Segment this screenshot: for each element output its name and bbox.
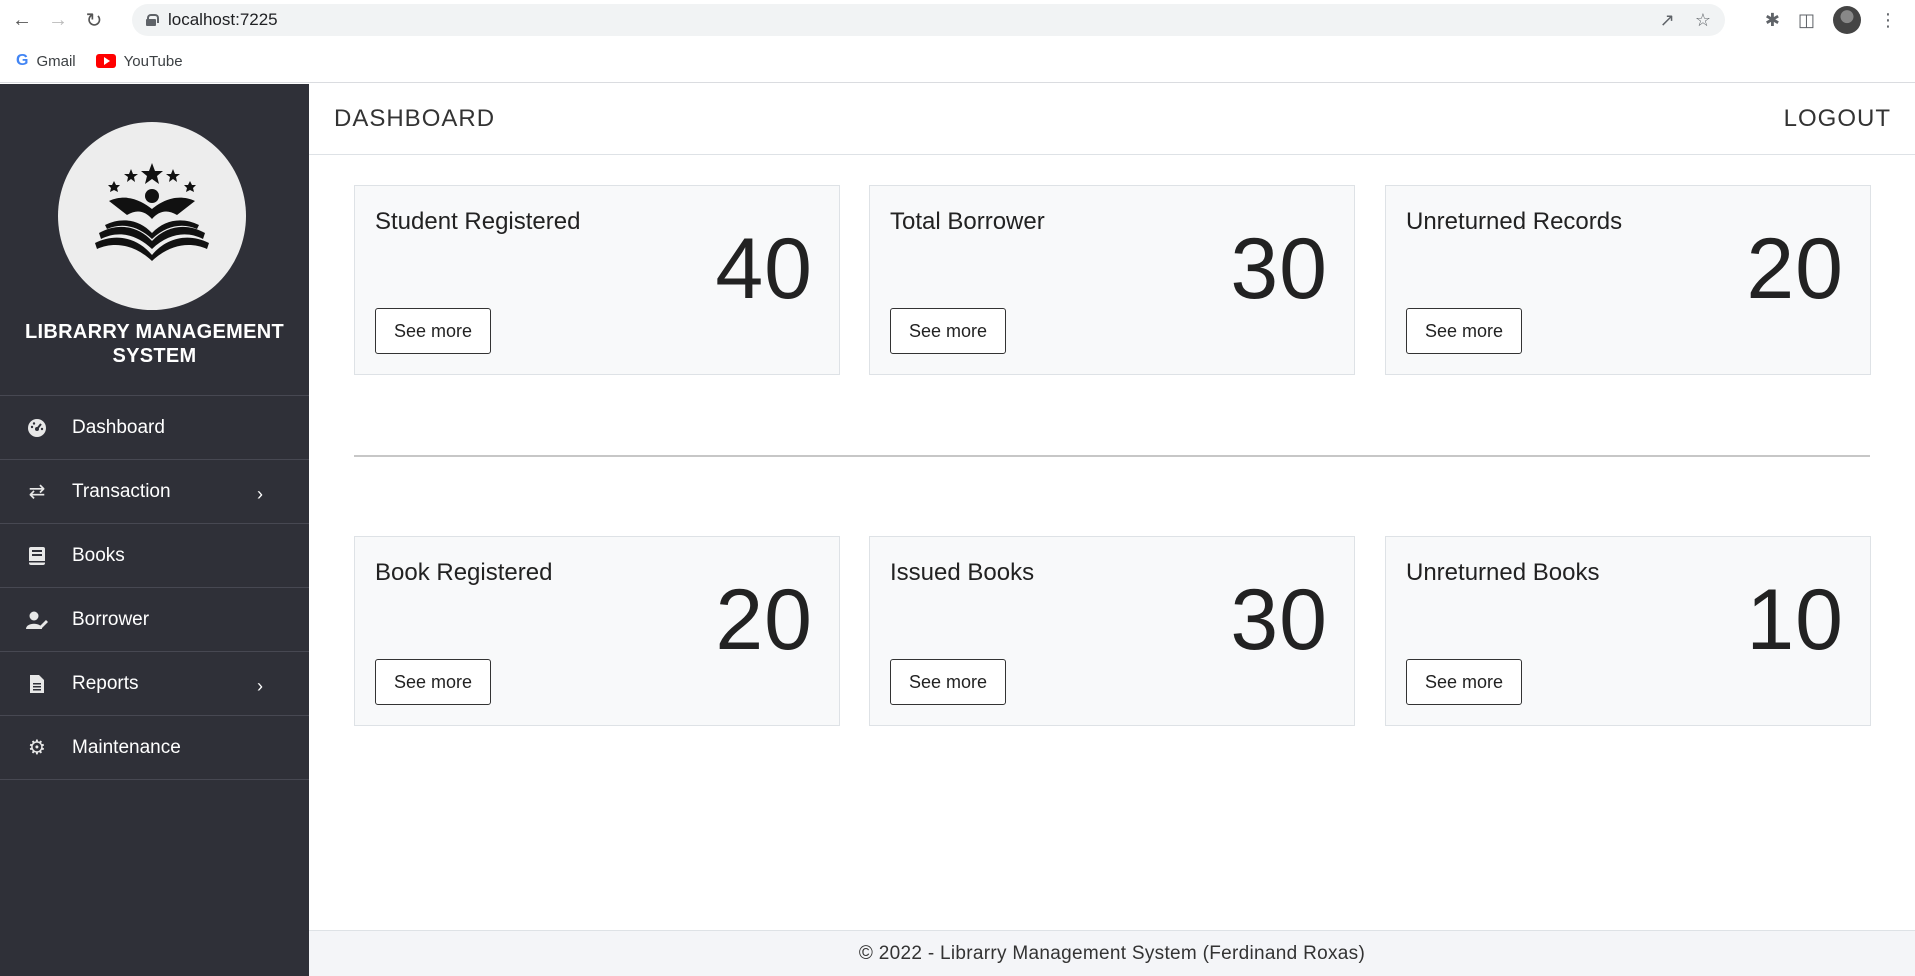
exchange-icon: ⇄ <box>28 481 46 503</box>
logout-button[interactable]: LOGOUT <box>1784 105 1891 133</box>
footer-text: © 2022 - Librarry Management System (Fer… <box>858 942 1366 964</box>
sidebar-item-label: Maintenance <box>72 736 181 758</box>
card-label: Student Registered <box>375 208 581 235</box>
app-title-line1: LIBRARRY MANAGEMENT <box>24 321 285 343</box>
card-value: 30 <box>1230 221 1328 317</box>
sidebar: LIBRARRY MANAGEMENT SYSTEM Dashboard ⇄ T… <box>0 84 309 976</box>
card-student-registered: Student Registered 40 See more <box>354 185 840 375</box>
extensions-icon[interactable]: ✱ <box>1765 10 1780 31</box>
card-label: Book Registered <box>375 559 553 586</box>
star-icon[interactable]: ☆ <box>1695 10 1711 31</box>
page-header: DASHBOARD LOGOUT <box>309 84 1915 155</box>
card-label: Issued Books <box>890 559 1035 586</box>
card-value: 30 <box>1230 572 1328 668</box>
url-text[interactable]: localhost:7225 <box>168 10 278 30</box>
sidebar-item-maintenance[interactable]: ⚙ Maintenance <box>0 716 309 780</box>
page-title: DASHBOARD <box>334 105 496 132</box>
back-icon[interactable]: ← <box>8 6 36 34</box>
sidebar-item-label: Borrower <box>72 608 150 630</box>
card-unreturned-books: Unreturned Books 10 See more <box>1385 536 1871 726</box>
sidebar-item-dashboard[interactable]: Dashboard <box>0 396 309 460</box>
card-label: Total Borrower <box>890 208 1045 235</box>
library-logo <box>58 122 246 310</box>
share-icon[interactable]: ↗ <box>1660 10 1675 31</box>
see-more-button[interactable]: See more <box>375 659 491 705</box>
bookmark-label: YouTube <box>123 52 183 70</box>
sidebar-item-label: Transaction <box>72 480 171 502</box>
chevron-right-icon: › <box>257 676 263 696</box>
sidebar-menu: Dashboard ⇄ Transaction › Books Borrower… <box>0 395 309 780</box>
forward-icon[interactable]: → <box>44 6 72 34</box>
sidebar-item-books[interactable]: Books <box>0 524 309 588</box>
card-label: Unreturned Books <box>1406 559 1600 586</box>
card-total-borrower: Total Borrower 30 See more <box>869 185 1355 375</box>
sidebar-item-borrower[interactable]: Borrower <box>0 588 309 652</box>
side-panel-icon[interactable]: ◫ <box>1798 10 1815 31</box>
sidebar-item-label: Books <box>72 544 125 566</box>
bookmark-label: Gmail <box>36 52 76 70</box>
sidebar-item-label: Reports <box>72 672 139 694</box>
browser-toolbar: ← → ↻ localhost:7225 ↗ ☆ ✱ ◫ ⋮ <box>0 0 1915 40</box>
see-more-button[interactable]: See more <box>890 308 1006 354</box>
gear-icon: ⚙ <box>28 737 46 759</box>
chevron-right-icon: › <box>257 484 263 504</box>
see-more-button[interactable]: See more <box>375 308 491 354</box>
card-value: 10 <box>1746 572 1844 668</box>
user-edit-icon <box>26 609 48 631</box>
card-unreturned-records: Unreturned Records 20 See more <box>1385 185 1871 375</box>
card-label: Unreturned Records <box>1406 208 1623 235</box>
see-more-button[interactable]: See more <box>890 659 1006 705</box>
app-title-line2: SYSTEM <box>112 345 197 367</box>
dashboard-icon <box>26 417 48 439</box>
book-icon <box>26 545 48 567</box>
sidebar-item-label: Dashboard <box>72 416 165 438</box>
address-bar[interactable]: localhost:7225 ↗ ☆ <box>132 4 1725 36</box>
lock-icon <box>146 14 159 26</box>
see-more-button[interactable]: See more <box>1406 308 1522 354</box>
google-icon: G <box>16 52 29 69</box>
youtube-icon <box>95 54 116 68</box>
app-title: LIBRARRY MANAGEMENT SYSTEM <box>0 320 309 368</box>
open-book-logo-icon <box>95 163 209 261</box>
card-book-registered: Book Registered 20 See more <box>354 536 840 726</box>
bookmark-gmail[interactable]: G Gmail <box>16 52 76 70</box>
bookmarks-bar: G Gmail YouTube <box>0 40 1915 83</box>
footer: © 2022 - Librarry Management System (Fer… <box>309 930 1915 976</box>
profile-avatar[interactable] <box>1833 6 1861 34</box>
section-divider <box>354 455 1870 457</box>
card-value: 20 <box>715 572 813 668</box>
sidebar-item-reports[interactable]: Reports › <box>0 652 309 716</box>
reload-icon[interactable]: ↻ <box>80 6 108 34</box>
card-value: 40 <box>715 221 813 317</box>
file-icon <box>26 673 48 695</box>
see-more-button[interactable]: See more <box>1406 659 1522 705</box>
bookmark-youtube[interactable]: YouTube <box>95 52 183 70</box>
sidebar-item-transaction[interactable]: ⇄ Transaction › <box>0 460 309 524</box>
card-value: 20 <box>1746 221 1844 317</box>
card-issued-books: Issued Books 30 See more <box>869 536 1355 726</box>
menu-icon[interactable]: ⋮ <box>1879 10 1897 31</box>
